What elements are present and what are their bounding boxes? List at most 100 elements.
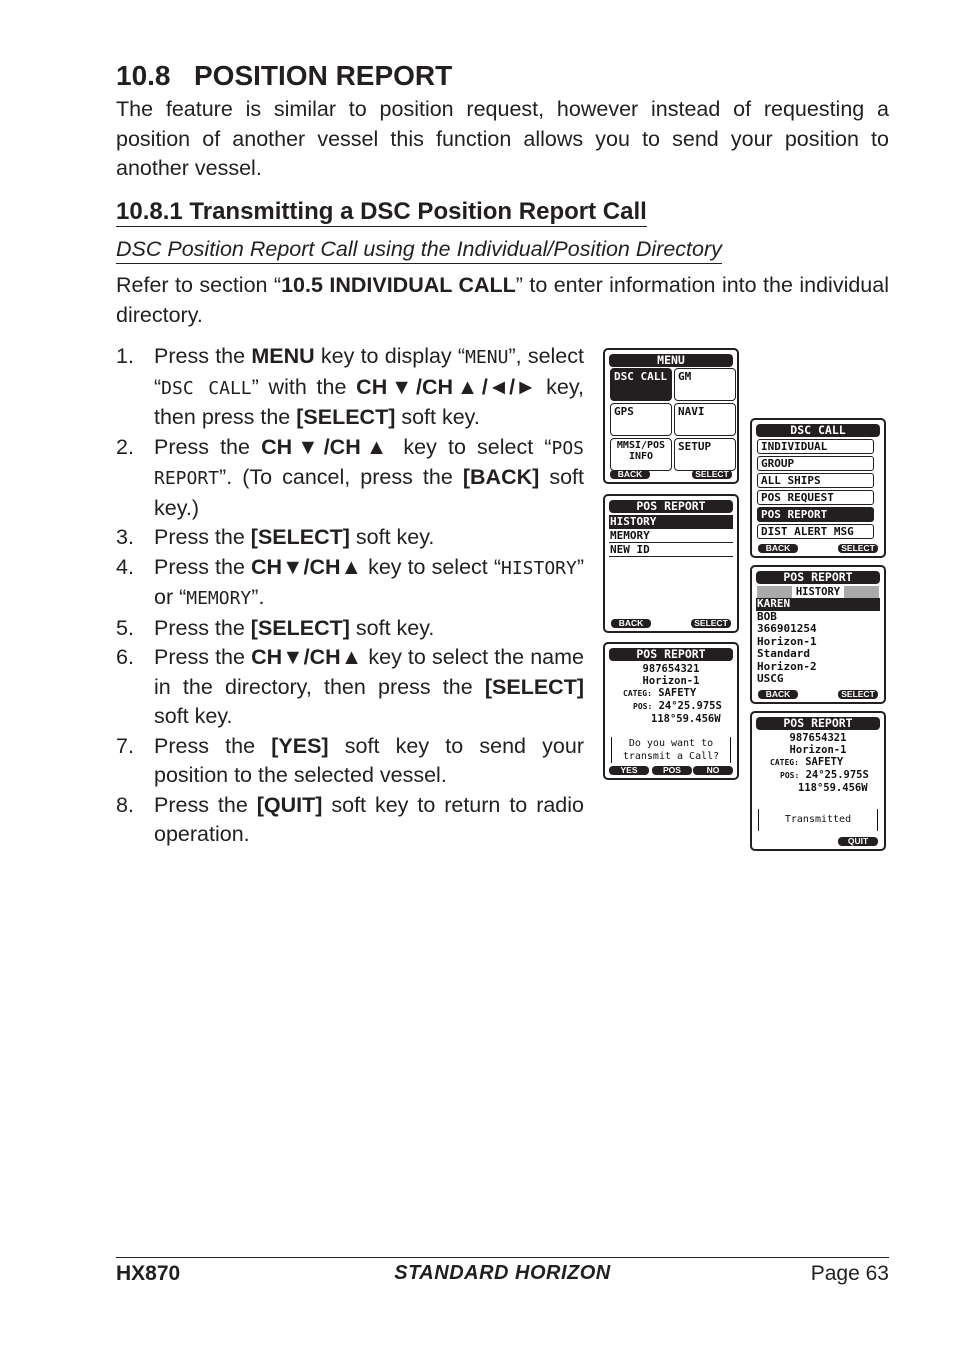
- step-number: 2.: [116, 434, 134, 459]
- text-segment: CH▼/CH▲: [251, 645, 363, 669]
- menu-item: KAREN: [756, 597, 880, 611]
- step-text: Press the CH▼/CH▲ key to select “HISTORY…: [154, 553, 584, 614]
- text-segment: [SELECT]: [296, 405, 396, 429]
- softkey-back: BACK: [611, 619, 651, 628]
- text-segment: Press the: [154, 344, 252, 368]
- text-segment: [SELECT]: [484, 674, 584, 699]
- footer-divider: [116, 1257, 889, 1258]
- section-heading: 10.8 POSITION REPORT: [116, 60, 453, 91]
- softkey-select: SELECT: [691, 619, 731, 628]
- step-item: 8. Press the [QUIT] soft key to return to…: [116, 791, 584, 850]
- tile-gps: GPS: [610, 403, 672, 436]
- step-text: Press the [YES] soft key to send your po…: [154, 732, 584, 791]
- step-number: 7.: [116, 733, 134, 758]
- softkey-quit: QUIT: [838, 837, 878, 846]
- text-segment: ”. (To cancel, press the: [219, 465, 463, 489]
- subsection-heading: 10.8.1 Transmitting a DSC Position Repor…: [116, 198, 647, 227]
- tile-mmsi-pos-info: MMSI/POS INFO: [610, 438, 672, 471]
- screen-dsc-call: DSC CALL INDIVIDUAL GROUP ALL SHIPS POS REQ…: [750, 418, 886, 558]
- step-number: 3.: [116, 525, 134, 549]
- footer-model: HX870: [116, 1262, 181, 1285]
- text-segment: MEMORY: [186, 588, 252, 609]
- softkey-pos: POS: [652, 766, 692, 775]
- steps-list: 1. Press the MENU key to display “MENU”, …: [116, 342, 584, 850]
- refer-paragraph: Refer to section “10.5 INDIVIDUAL CALL” …: [116, 271, 889, 330]
- text-segment: CH▼/CH▲: [261, 434, 393, 459]
- step-item: 3. Press the [SELECT] soft key.: [116, 523, 584, 553]
- menu-item: DIST ALERT MSG: [757, 524, 874, 539]
- menu-item: GROUP: [757, 456, 874, 471]
- softkey-back: BACK: [758, 544, 798, 553]
- text-segment: CH▼/CH▲: [250, 554, 362, 579]
- menu-item: NEW ID: [609, 543, 733, 557]
- softkey-select: SELECT: [692, 470, 732, 479]
- softkey-select: SELECT: [838, 690, 878, 699]
- text-segment: ”.: [251, 585, 265, 609]
- footer-page-number: Page 63: [810, 1262, 889, 1285]
- step-item: 4. Press the CH▼/CH▲ key to select “HISTO…: [116, 553, 584, 614]
- text-segment: Press the: [154, 645, 252, 669]
- text-segment: [BACK]: [462, 465, 540, 489]
- menu-item: HISTORY: [609, 515, 733, 529]
- menu-item: INDIVIDUAL: [757, 439, 874, 454]
- menu-item: USCG: [757, 672, 784, 685]
- softkey-select: SELECT: [838, 544, 878, 553]
- text-segment: [SELECT]: [250, 615, 350, 640]
- text-segment: MENU: [251, 344, 315, 368]
- step-number: 6.: [116, 645, 134, 669]
- subheading: DSC Position Report Call using the Indiv…: [116, 236, 722, 264]
- menu-item: ALL SHIPS: [757, 473, 874, 488]
- text-segment: soft key.: [349, 525, 435, 549]
- text-segment: [QUIT]: [256, 792, 323, 817]
- text-segment: MENU: [465, 347, 509, 368]
- intro-paragraph: The feature is similar to position reque…: [116, 97, 889, 180]
- text-segment: soft key.: [154, 704, 233, 728]
- text-segment: [SELECT]: [250, 525, 350, 549]
- menu-item: 366901254: [757, 622, 817, 635]
- text-segment: soft key.: [395, 405, 480, 429]
- text-segment: DSC CALL: [161, 377, 252, 399]
- screen-pos-report-confirm: POS REPORT 987654321 Horizon-1 CATEG: SA…: [603, 642, 739, 780]
- step-text: Press the MENU key to display “MENU”, se…: [154, 342, 584, 433]
- step-item: 6. Press the CH▼/CH▲ key to select the na…: [116, 643, 584, 732]
- text-segment: key to select “: [392, 434, 552, 459]
- text-segment: ” with the: [251, 374, 357, 399]
- step-item: 7. Press the [YES] soft key to send your …: [116, 732, 584, 791]
- menu-item: POS REQUEST: [757, 490, 874, 505]
- text-segment: Press the: [154, 525, 251, 549]
- tile-setup: SETUP: [674, 438, 736, 471]
- screen-menu: MENU DSC CALL GM GPS NAVI MMSI/POS INFO …: [603, 348, 739, 484]
- step-text: Press the CH▼/CH▲ key to select “POS REP…: [154, 433, 584, 524]
- softkey-no: NO: [693, 766, 733, 775]
- text-segment: Refer to section “: [116, 273, 282, 297]
- step-text: Press the [SELECT] soft key.: [154, 614, 584, 644]
- text-segment: HISTORY: [500, 557, 577, 579]
- step-number: 8.: [116, 792, 134, 817]
- menu-item: MEMORY: [609, 529, 733, 543]
- text-segment: [YES]: [271, 733, 329, 758]
- text-segment: Press the: [154, 792, 257, 817]
- softkey-yes: YES: [609, 766, 649, 775]
- tile-navi: NAVI: [674, 403, 736, 436]
- step-text: Press the CH▼/CH▲ key to select the name…: [154, 643, 584, 732]
- text-segment: Press the: [154, 733, 272, 758]
- softkey-back: BACK: [610, 470, 650, 479]
- screen-pos-report-transmitted: POS REPORT 987654321 Horizon-1 CATEG: SA…: [750, 711, 886, 851]
- brand-logo: STANDARD HORIZON: [394, 1262, 611, 1284]
- step-item: 1. Press the MENU key to display “MENU”, …: [116, 342, 584, 433]
- text-segment: soft key.: [349, 615, 435, 640]
- screen-pos-report-history: POS REPORT HISTORY KAREN BOB 366901254 Hori…: [750, 565, 886, 704]
- step-item: 5. Press the [SELECT] soft key.: [116, 614, 584, 644]
- text-segment: Press the: [154, 615, 251, 640]
- tile-gm: GM: [674, 368, 736, 401]
- step-text: Press the [SELECT] soft key.: [154, 523, 584, 553]
- step-number: 5.: [116, 615, 134, 640]
- manual-page: 10.8 POSITION REPORT The feature is simil…: [0, 0, 954, 1354]
- step-item: 2. Press the CH▼/CH▲ key to select “POS R…: [116, 433, 584, 524]
- text-segment: CH▼/CH▲/◄/►: [356, 374, 537, 399]
- text-segment: Press the: [154, 434, 262, 459]
- step-number: 4.: [116, 554, 134, 579]
- step-text: Press the [QUIT] soft key to return to r…: [154, 791, 584, 850]
- text-segment: key to select “: [362, 554, 501, 579]
- menu-item: Standard: [757, 647, 810, 660]
